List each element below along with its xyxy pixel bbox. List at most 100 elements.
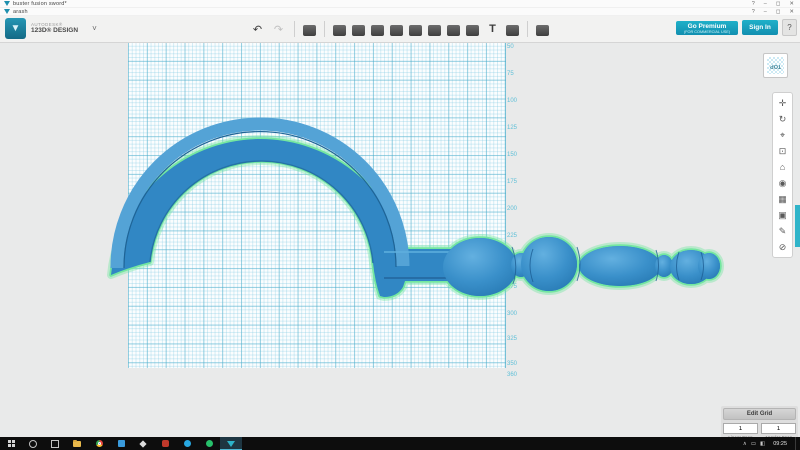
chrome-icon[interactable] [88, 437, 110, 450]
primitives-tool[interactable] [333, 25, 346, 36]
viewport-canvas[interactable]: 5075100125150175200225250275300325350360 [0, 42, 800, 437]
help-icon[interactable]: ? [752, 1, 755, 7]
ruler-label: 100 [507, 98, 517, 104]
navigation-toolbar: ✛↻⌖⊡⌂◉▦▣✎⊘ [772, 92, 793, 258]
photos-app-icon[interactable] [110, 437, 132, 450]
help-icon[interactable]: ? [752, 9, 755, 15]
window-title: buster fusion sword* [13, 1, 752, 7]
close-icon[interactable]: ✕ [789, 9, 794, 15]
task-view-button[interactable] [44, 437, 66, 450]
file-explorer-icon [73, 441, 81, 447]
taskbar-clock[interactable]: 09:25 [773, 441, 787, 447]
view-cube-label: TOP [770, 63, 781, 69]
ruler-label: 125 [507, 125, 517, 131]
ruler-label: 50 [507, 44, 514, 50]
123d-logo-icon: ▼ [5, 18, 26, 39]
app-icon-white [139, 440, 146, 447]
help-button[interactable]: ? [782, 19, 797, 36]
scrollbar-thumb[interactable] [795, 205, 800, 247]
tray-expand-icon[interactable]: ∧ [743, 441, 747, 447]
tool-strip: ↶ ↷ T [250, 19, 549, 39]
ruler-label: 350 [507, 361, 517, 367]
window-title-row[interactable]: arash ? – ◻ ✕ [0, 8, 800, 16]
file-explorer-icon[interactable] [66, 437, 88, 450]
show-desktop-button[interactable] [795, 437, 798, 450]
ruler-label: 360 [507, 372, 517, 378]
minimize-icon[interactable]: – [764, 1, 767, 7]
angular-snap-input[interactable] [761, 423, 796, 434]
app-icon-red [162, 440, 169, 447]
sketch-grid [128, 42, 506, 368]
ruler-label: 275 [507, 284, 517, 290]
redo-button[interactable]: ↷ [271, 22, 286, 37]
app-triangle-icon [4, 1, 10, 6]
separator[interactable] [324, 21, 325, 37]
home-view-tool[interactable]: ⌂ [774, 159, 791, 175]
app-icon-white[interactable] [132, 437, 154, 450]
grid-toggle-tool[interactable]: ▦ [774, 191, 791, 207]
search-button[interactable] [22, 437, 44, 450]
window-title-row[interactable]: buster fusion sword* ? – ◻ ✕ [0, 0, 800, 8]
separator[interactable] [527, 21, 528, 37]
pattern-tool[interactable] [409, 25, 422, 36]
grouping-tool[interactable] [428, 25, 441, 36]
ruler-label: 250 [507, 260, 517, 266]
whatsapp-icon[interactable] [198, 437, 220, 450]
material-tool[interactable] [536, 25, 549, 36]
restore-icon[interactable]: ◻ [776, 1, 781, 7]
chrome-icon [96, 440, 103, 447]
ruler-label: 75 [507, 71, 514, 77]
app-toolbar: ▼ AUTODESK® 123D® DESIGN ˅ ↶ ↷ T Go Premiu… [0, 16, 800, 43]
edit-grid-button[interactable]: Edit Grid [723, 408, 796, 420]
zoom-tool[interactable]: ⌖ [774, 127, 791, 143]
chevron-down-icon[interactable]: ˅ [92, 24, 97, 33]
window-title: arash [13, 9, 752, 15]
photos-app-icon [118, 440, 125, 447]
text-tool[interactable]: T [485, 22, 500, 37]
snapshot-camera-tool[interactable]: ▣ [774, 207, 791, 223]
skype-icon [184, 440, 191, 447]
pan-tool[interactable]: ✛ [774, 95, 791, 111]
123d-design-taskbar-icon [227, 441, 235, 447]
minimize-icon[interactable]: – [764, 9, 767, 15]
app-triangle-icon [4, 9, 10, 14]
modify-tool[interactable] [390, 25, 403, 36]
skype-icon[interactable] [176, 437, 198, 450]
snap-tool[interactable] [506, 25, 519, 36]
combine-tool[interactable] [447, 25, 460, 36]
measure-tool[interactable] [466, 25, 479, 36]
ruler-label: 325 [507, 336, 517, 342]
start-button[interactable] [0, 437, 22, 450]
view-cube[interactable]: TOP [763, 53, 788, 78]
restore-icon[interactable]: ◻ [776, 9, 781, 15]
transform-tool[interactable] [303, 25, 316, 36]
brand-menu[interactable]: ▼ AUTODESK® 123D® DESIGN ˅ [5, 18, 97, 39]
undo-button[interactable]: ↶ [250, 22, 265, 37]
hide-solid-tool[interactable]: ⊘ [774, 239, 791, 255]
fit-view-tool[interactable]: ⊡ [774, 143, 791, 159]
visibility-eye-tool[interactable]: ◉ [774, 175, 791, 191]
app-icon-red[interactable] [154, 437, 176, 450]
start-button [8, 440, 15, 447]
separator[interactable] [294, 21, 295, 37]
sign-in-button[interactable]: Sign In [742, 20, 778, 35]
material-edit-tool[interactable]: ✎ [774, 223, 791, 239]
ruler-label: 200 [507, 206, 517, 212]
whatsapp-icon [206, 440, 213, 447]
edit-grid-panel: Edit Grid Linear Snap Angular Snap [721, 406, 798, 437]
construct-tool[interactable] [371, 25, 384, 36]
ruler-label: 225 [507, 233, 517, 239]
close-icon[interactable]: ✕ [789, 1, 794, 7]
task-view-button [51, 440, 59, 448]
ruler-label: 150 [507, 152, 517, 158]
linear-snap-input[interactable] [723, 423, 758, 434]
go-premium-button[interactable]: Go Premium (FOR COMMERCIAL USE) [676, 21, 738, 35]
brand-product: 123D® DESIGN [31, 28, 78, 35]
tray-network-icon[interactable]: ▭ [751, 441, 756, 447]
123d-design-taskbar-icon[interactable] [220, 437, 242, 450]
tray-volume-icon[interactable]: ◧ [760, 441, 765, 447]
system-tray: ∧ ▭ ◧ 09:25 [743, 437, 798, 450]
sketch-tool[interactable] [352, 25, 365, 36]
search-button [29, 440, 37, 448]
orbit-tool[interactable]: ↻ [774, 111, 791, 127]
